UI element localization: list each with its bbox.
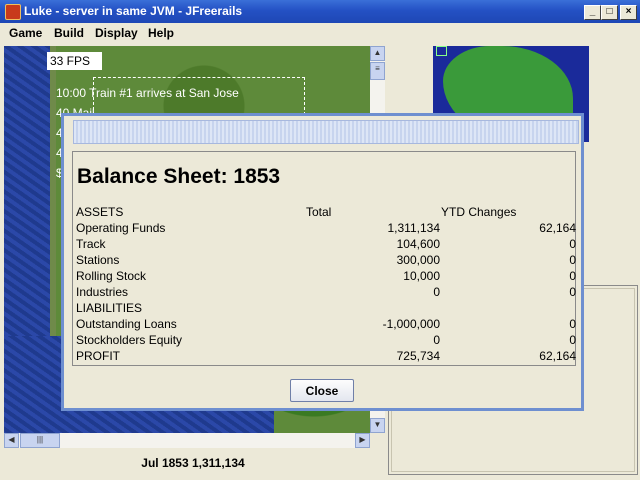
row-label: Stations — [76, 253, 120, 267]
table-row: Outstanding Loans -1,000,000 0 — [76, 317, 576, 333]
row-total: 725,734 — [396, 349, 440, 363]
row-label: Stockholders Equity — [76, 333, 183, 347]
row-ytd-change: 0 — [569, 269, 576, 283]
scroll-left-button[interactable]: ◀ — [4, 433, 19, 448]
table-row: Operating Funds 1,311,134 62,164 — [76, 221, 576, 237]
table-row: Rolling Stock 10,000 0 — [76, 269, 576, 285]
scroll-right-button[interactable]: ▶ — [355, 433, 370, 448]
minimap-viewport-indicator — [436, 46, 447, 56]
row-total: 0 — [433, 333, 440, 347]
row-ytd-change: 62,164 — [539, 349, 576, 363]
table-header: ASSETS Total YTD Changes — [76, 205, 576, 221]
scroll-thumb[interactable]: ≡ — [370, 62, 385, 80]
row-label: Operating Funds — [76, 221, 166, 235]
row-label: Outstanding Loans — [76, 317, 177, 331]
balance-sheet-heading: Balance Sheet: 1853 — [77, 165, 281, 188]
menu-help[interactable]: Help — [148, 26, 174, 40]
row-total: 1,311,134 — [387, 221, 441, 235]
fps-counter: 33 FPS — [47, 52, 102, 70]
row-label: PROFIT — [76, 349, 120, 363]
row-total: 10,000 — [403, 269, 440, 283]
close-button[interactable]: Close — [290, 379, 354, 402]
total-column-header: Total — [306, 205, 332, 219]
close-window-button[interactable]: × — [620, 5, 637, 20]
scroll-thumb[interactable]: ||| — [20, 433, 60, 448]
row-total: -1,000,000 — [382, 317, 440, 331]
row-ytd-change: 0 — [569, 253, 576, 267]
row-ytd-change: 0 — [569, 237, 576, 251]
table-row: LIABILITIES — [76, 301, 576, 317]
balance-sheet-dialog: Balance Sheet: 1853 ASSETS Total YTD Cha… — [61, 113, 584, 411]
menu-bar: Game Build Display Help — [0, 23, 640, 44]
ytd-column-header: YTD Changes — [441, 205, 517, 219]
window-title: Luke - server in same JVM - JFreerails — [24, 4, 243, 18]
row-total: 104,600 — [396, 237, 440, 251]
row-label: LIABILITIES — [76, 301, 143, 315]
row-label: Industries — [76, 285, 129, 299]
table-row: Industries 0 0 — [76, 285, 576, 301]
row-ytd-change: 62,164 — [539, 221, 576, 235]
row-ytd-change: 0 — [569, 333, 576, 347]
minimize-button[interactable]: _ — [584, 5, 601, 20]
menu-build[interactable]: Build — [54, 26, 84, 40]
row-label: Rolling Stock — [76, 269, 147, 283]
balance-sheet-panel: Balance Sheet: 1853 ASSETS Total YTD Cha… — [72, 151, 576, 366]
dialog-title-bar[interactable] — [73, 120, 579, 144]
row-total: 0 — [433, 285, 440, 299]
assets-header: ASSETS — [76, 205, 124, 219]
menu-game[interactable]: Game — [9, 26, 42, 40]
table-row: Stockholders Equity 0 0 — [76, 333, 576, 349]
scroll-up-button[interactable]: ▲ — [370, 46, 385, 61]
scroll-down-button[interactable]: ▼ — [370, 418, 385, 433]
train-message: 10:00 Train #1 arrives at San Jose — [56, 86, 239, 100]
horizontal-scrollbar[interactable]: ◀ ||| ▶ — [4, 433, 370, 448]
row-ytd-change: 0 — [569, 317, 576, 331]
row-label: Track — [76, 237, 106, 251]
java-app-icon — [5, 4, 21, 20]
title-bar: Luke - server in same JVM - JFreerails _… — [0, 0, 640, 23]
row-total: 300,000 — [396, 253, 440, 267]
table-row: Track 104,600 0 — [76, 237, 576, 253]
table-row: Stations 300,000 0 — [76, 253, 576, 269]
row-ytd-change: 0 — [569, 285, 576, 299]
table-row: PROFIT 725,734 62,164 — [76, 349, 576, 365]
menu-display[interactable]: Display — [95, 26, 138, 40]
maximize-button[interactable]: □ — [601, 5, 618, 20]
status-bar-date-funds: Jul 1853 1,311,134 — [141, 456, 245, 470]
